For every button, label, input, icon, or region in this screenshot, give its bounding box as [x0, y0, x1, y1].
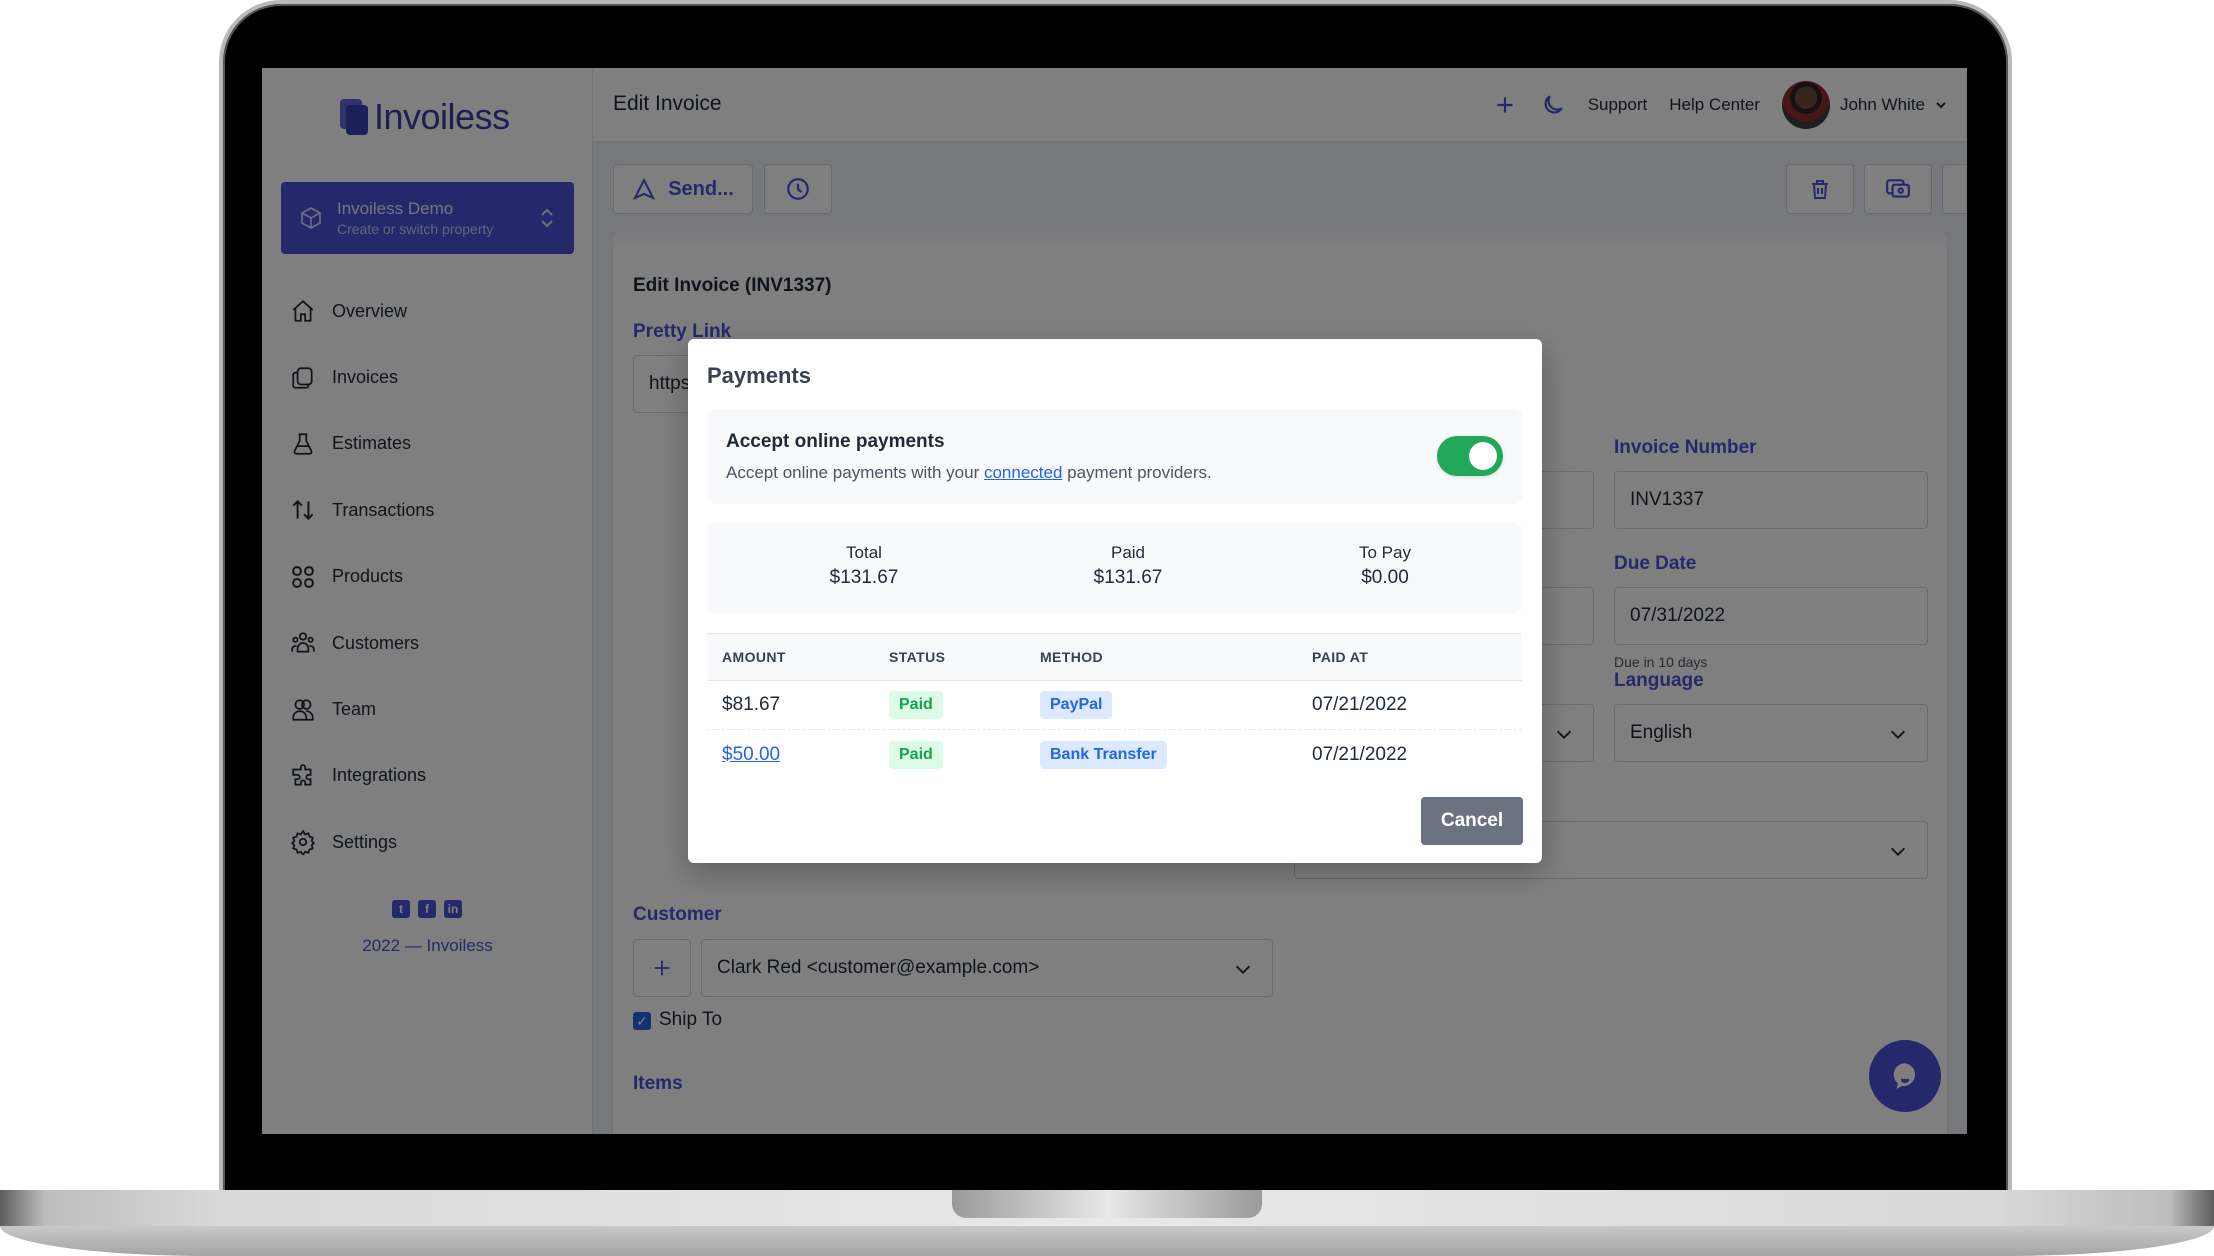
to-pay-label: To Pay [1359, 543, 1411, 562]
table-row: $50.00 Paid Bank Transfer 07/21/2022 [707, 730, 1522, 779]
method-badge: Bank Transfer [1040, 740, 1167, 769]
app-screen: Invoiless Invoiless Demo Create or switc… [262, 68, 1967, 1134]
payments-modal: Payments Accept online payments Accept o… [688, 339, 1542, 863]
column-header-status: STATUS [889, 649, 946, 665]
toggle-knob [1469, 442, 1497, 470]
online-payments-panel: Accept online payments Accept online pay… [707, 409, 1522, 504]
table-row: $81.67 Paid PayPal 07/21/2022 [707, 681, 1522, 730]
status-badge: Paid [889, 740, 943, 769]
column-header-amount: AMOUNT [722, 649, 786, 665]
paid-at: 07/21/2022 [1312, 694, 1408, 715]
total-label: Total [846, 543, 882, 562]
column-header-paid-at: PAID AT [1312, 649, 1369, 665]
method-badge: PayPal [1040, 691, 1113, 719]
online-payments-desc: Accept online payments with your connect… [726, 463, 1212, 483]
paid-summary: Paid $131.67 [1028, 543, 1228, 589]
to-pay-value: $0.00 [1361, 567, 1409, 588]
online-payments-toggle[interactable] [1437, 436, 1503, 476]
total-value: $131.67 [829, 567, 899, 588]
paid-label: Paid [1110, 543, 1146, 562]
cancel-button[interactable]: Cancel [1421, 797, 1523, 845]
online-payments-title: Accept online payments [726, 431, 945, 452]
to-pay-summary: To Pay $0.00 [1285, 543, 1485, 589]
payment-amount-link[interactable]: $50.00 [722, 744, 780, 766]
payments-table: AMOUNT STATUS METHOD PAID AT $81.67 Paid… [707, 633, 1522, 779]
base-bottom [0, 1226, 2214, 1256]
total-summary: Total $131.67 [764, 543, 964, 589]
payment-amount: $81.67 [722, 694, 781, 715]
desc-text: Accept online payments with your [726, 463, 984, 482]
column-header-method: METHOD [1040, 649, 1104, 665]
status-badge: Paid [889, 691, 943, 719]
paid-value: $131.67 [1093, 567, 1163, 588]
table-header: AMOUNT STATUS METHOD PAID AT [707, 633, 1522, 681]
base-notch [952, 1190, 1262, 1218]
payment-totals: Total $131.67 Paid $131.67 To Pay $0.00 [707, 523, 1522, 613]
desc-text: payment providers. [1062, 463, 1212, 482]
connected-link[interactable]: connected [984, 463, 1062, 482]
paid-at: 07/21/2022 [1312, 743, 1408, 765]
modal-title: Payments [707, 363, 811, 388]
laptop-base [0, 1190, 2214, 1256]
